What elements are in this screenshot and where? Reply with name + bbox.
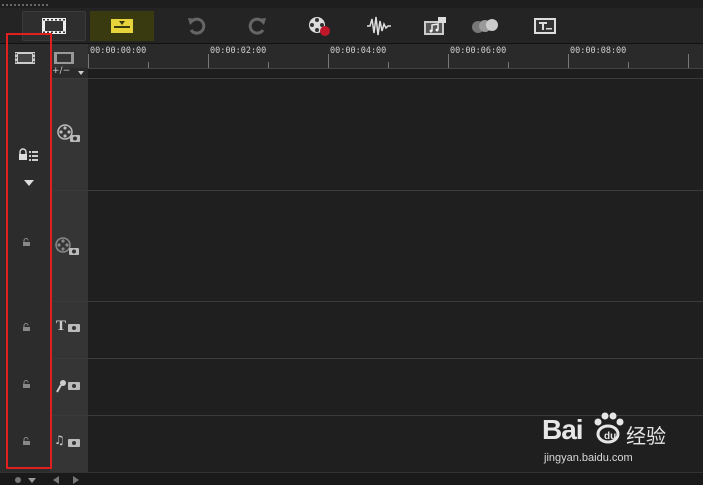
ruler-timecode: 00:00:08:00 (570, 46, 627, 56)
voice-track[interactable] (88, 358, 703, 415)
timeline-toolbar (0, 8, 703, 44)
timeline-editor: +/− 00:00:00:00 00:00:02:00 00:00:04:00 … (0, 0, 703, 485)
ruler-timecode: 00:00:04:00 (330, 46, 387, 56)
lock-all-tracks-icon[interactable] (17, 148, 39, 162)
scroll-left-icon[interactable] (52, 476, 60, 484)
timeline-bottom-bar (0, 472, 703, 485)
title-track[interactable] (88, 301, 703, 358)
video-track-header[interactable] (50, 78, 88, 190)
music-track-header[interactable]: ♫ (50, 415, 88, 472)
watermark-brand: Bai (542, 414, 584, 445)
overlay-track-header[interactable] (50, 190, 88, 301)
track-control-column (0, 44, 50, 472)
ruler-tick (628, 62, 629, 68)
storyboard-icon (111, 19, 133, 33)
voice-track-header[interactable] (50, 358, 88, 415)
redo-button[interactable] (240, 11, 274, 41)
ruler-tick (688, 54, 689, 68)
ruler-tick (88, 54, 89, 68)
record-capture-icon (309, 17, 330, 36)
record-capture-button[interactable] (302, 11, 336, 41)
video-track-icon (57, 124, 80, 142)
ruler-tick (208, 54, 209, 68)
ruler-tick (148, 62, 149, 68)
storyboard-view-button[interactable] (90, 11, 154, 41)
chevron-down-icon[interactable] (23, 179, 35, 187)
title-track-header[interactable]: T (50, 301, 88, 358)
lock-icon[interactable] (22, 380, 32, 388)
music-note-glyph: ♫ (54, 433, 65, 447)
auto-music-button[interactable] (418, 11, 452, 41)
voice-track-icon (68, 382, 80, 390)
ruler-tick (568, 54, 569, 68)
motion-tracking-icon (472, 19, 498, 33)
ruler-timecode: 00:00:02:00 (210, 46, 267, 56)
sound-mixer-button[interactable] (362, 11, 396, 41)
ruler-tick (508, 62, 509, 68)
subtitle-editor-button[interactable] (528, 11, 562, 41)
ruler-tick (268, 62, 269, 68)
motion-tracking-button[interactable] (468, 11, 502, 41)
undo-icon (188, 17, 206, 35)
undo-button[interactable] (180, 11, 214, 41)
timeline-view-button[interactable] (22, 11, 86, 41)
baidu-jingyan-watermark: Bai du 经验 jingyan.baidu.com (540, 410, 700, 470)
lock-icon[interactable] (22, 323, 32, 331)
ruler-timecode: 00:00:06:00 (450, 46, 507, 56)
sound-wave-icon (367, 16, 391, 36)
overlay-track[interactable] (88, 190, 703, 301)
title-track-icon (68, 324, 80, 332)
ruler-timecode: 00:00:00:00 (90, 46, 147, 56)
ruler-tick (328, 54, 329, 68)
time-ruler[interactable]: 00:00:00:00 00:00:02:00 00:00:04:00 00:0… (88, 44, 703, 69)
track-manager-icon[interactable] (14, 51, 36, 65)
watermark-jingyan: 经验 (626, 424, 666, 448)
add-remove-track-dropdown[interactable]: +/− (50, 66, 88, 78)
chevron-down-icon (78, 71, 84, 75)
svg-text:du: du (604, 431, 616, 442)
music-track-icon (68, 439, 80, 447)
lock-icon[interactable] (22, 238, 32, 246)
film-strip-icon (42, 18, 66, 34)
overlay-track-icon (55, 237, 79, 255)
redo-icon (248, 17, 266, 35)
ruler-tick (448, 54, 449, 68)
auto-music-icon (424, 17, 446, 35)
add-remove-label: +/− (52, 66, 71, 76)
film-strip-icon[interactable] (53, 51, 75, 65)
scroll-right-icon[interactable] (72, 476, 80, 484)
paw-logo-icon: du (594, 412, 624, 444)
title-track-glyph: T (56, 318, 67, 334)
subtitle-editor-icon (534, 18, 556, 34)
lock-icon[interactable] (22, 437, 32, 445)
watermark-url: jingyan.baidu.com (544, 452, 633, 464)
video-track[interactable] (88, 78, 703, 190)
ruler-tick (388, 62, 389, 68)
zoom-icon[interactable] (14, 476, 44, 484)
